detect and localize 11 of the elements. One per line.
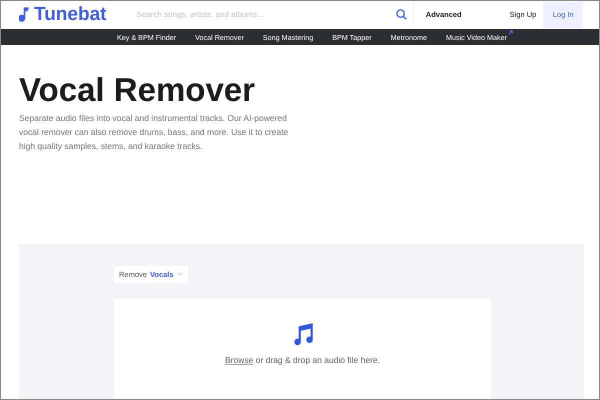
chevron-down-icon bbox=[176, 272, 183, 276]
logo-text[interactable]: Tunebat bbox=[34, 4, 106, 26]
dropzone-text: or drag & drop an audio file here. bbox=[256, 354, 380, 365]
search-field[interactable]: Search songs, artists, and albums... bbox=[134, 9, 396, 20]
music-note-icon bbox=[19, 6, 30, 24]
external-link-icon bbox=[508, 30, 513, 34]
search-icon[interactable] bbox=[396, 9, 407, 20]
dropzone[interactable]: Browse or drag & drop an audio file here. bbox=[114, 298, 491, 399]
browse-link[interactable]: Browse bbox=[225, 354, 254, 365]
page-title: Vocal Remover bbox=[19, 71, 256, 110]
description: Separate audio files into vocal and instrumental tracks. Our AI-powered vocal remover can also remove drums, bass, and more. Use it to create high quality samples, stems, and karaoke tracks. bbox=[19, 112, 290, 154]
